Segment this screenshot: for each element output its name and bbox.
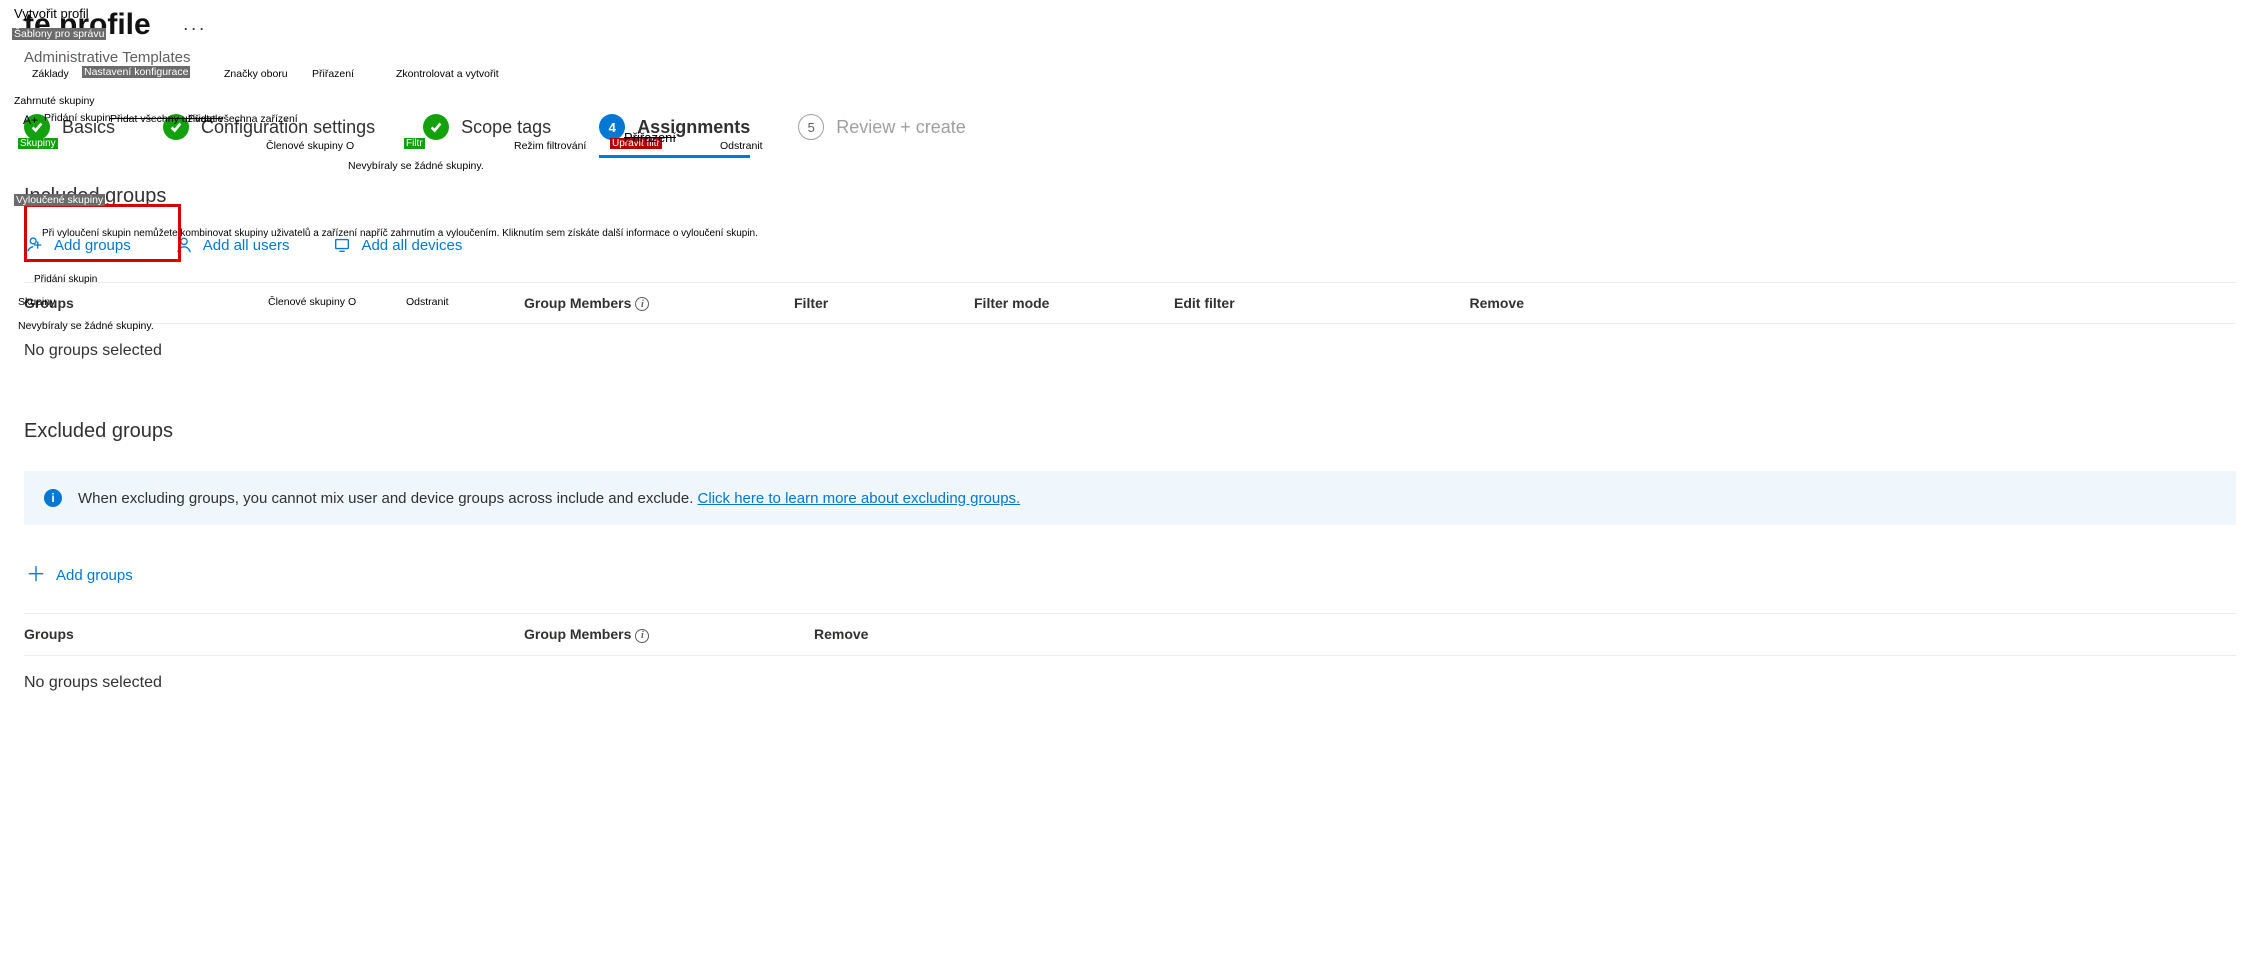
included-actions: Add groups Add all users Add all devices (24, 232, 2236, 258)
step-scope-tags[interactable]: Scope tags (423, 114, 551, 144)
included-table-header: Groups Group Membersi Filter Filter mode… (24, 282, 2236, 324)
check-icon (163, 114, 189, 140)
step-number-icon: 5 (798, 114, 824, 140)
col-edit-filter: Edit filter (1174, 295, 1394, 311)
step-number-icon: 4 (599, 114, 625, 140)
wizard-stepper: Basics Configuration settings Scope tags… (24, 114, 2236, 145)
people-plus-icon (26, 236, 44, 254)
excluded-empty-row: No groups selected (24, 656, 2236, 696)
plus-icon: ＋ (26, 565, 46, 585)
step-label: Assignments (637, 117, 750, 138)
info-icon[interactable]: i (635, 297, 649, 311)
col-filter-mode: Filter mode (974, 295, 1174, 311)
excluded-table-header: Groups Group Membersi Remove (24, 613, 2236, 655)
included-empty-row: No groups selected (24, 324, 2236, 364)
button-label: Add groups (56, 567, 133, 584)
step-review-create[interactable]: 5 Review + create (798, 114, 966, 144)
col-groups: Groups (24, 295, 524, 311)
step-label: Scope tags (461, 117, 551, 138)
banner-text: When excluding groups, you cannot mix us… (78, 490, 1020, 507)
button-label: Add all users (203, 237, 290, 254)
person-icon (175, 236, 193, 254)
add-all-users-button[interactable]: Add all users (173, 232, 292, 258)
step-label: Basics (62, 117, 115, 138)
check-icon (423, 114, 449, 140)
info-icon[interactable]: i (635, 629, 649, 643)
excluded-info-banner: i When excluding groups, you cannot mix … (24, 471, 2236, 525)
col-group-members: Group Membersi (524, 295, 794, 311)
button-label: Add groups (54, 237, 131, 254)
col-groups: Groups (24, 626, 524, 642)
page-title: te profile (24, 8, 151, 42)
step-label: Configuration settings (201, 117, 375, 138)
step-basics[interactable]: Basics (24, 114, 115, 144)
more-menu-button[interactable]: ··· (183, 18, 207, 45)
step-label: Review + create (836, 117, 966, 138)
excluded-groups-heading: Excluded groups (24, 420, 2236, 443)
excluded-add-groups-button[interactable]: ＋ Add groups (24, 561, 135, 589)
col-group-members: Group Membersi (524, 626, 814, 642)
device-icon (333, 236, 351, 254)
add-all-devices-button[interactable]: Add all devices (331, 232, 464, 258)
step-configuration-settings[interactable]: Configuration settings (163, 114, 375, 144)
step-assignments[interactable]: 4 Assignments (599, 114, 750, 144)
button-label: Add all devices (361, 237, 462, 254)
check-icon (24, 114, 50, 140)
col-remove: Remove (814, 626, 964, 642)
excluded-learn-more-link[interactable]: Click here to learn more about excluding… (698, 490, 1021, 507)
page-subtitle: Administrative Templates (24, 49, 2236, 66)
col-remove: Remove (1394, 295, 1524, 311)
info-icon: i (44, 489, 62, 507)
add-groups-button[interactable]: Add groups (24, 232, 133, 258)
included-groups-heading: Included groups (24, 185, 2236, 208)
col-filter: Filter (794, 295, 974, 311)
